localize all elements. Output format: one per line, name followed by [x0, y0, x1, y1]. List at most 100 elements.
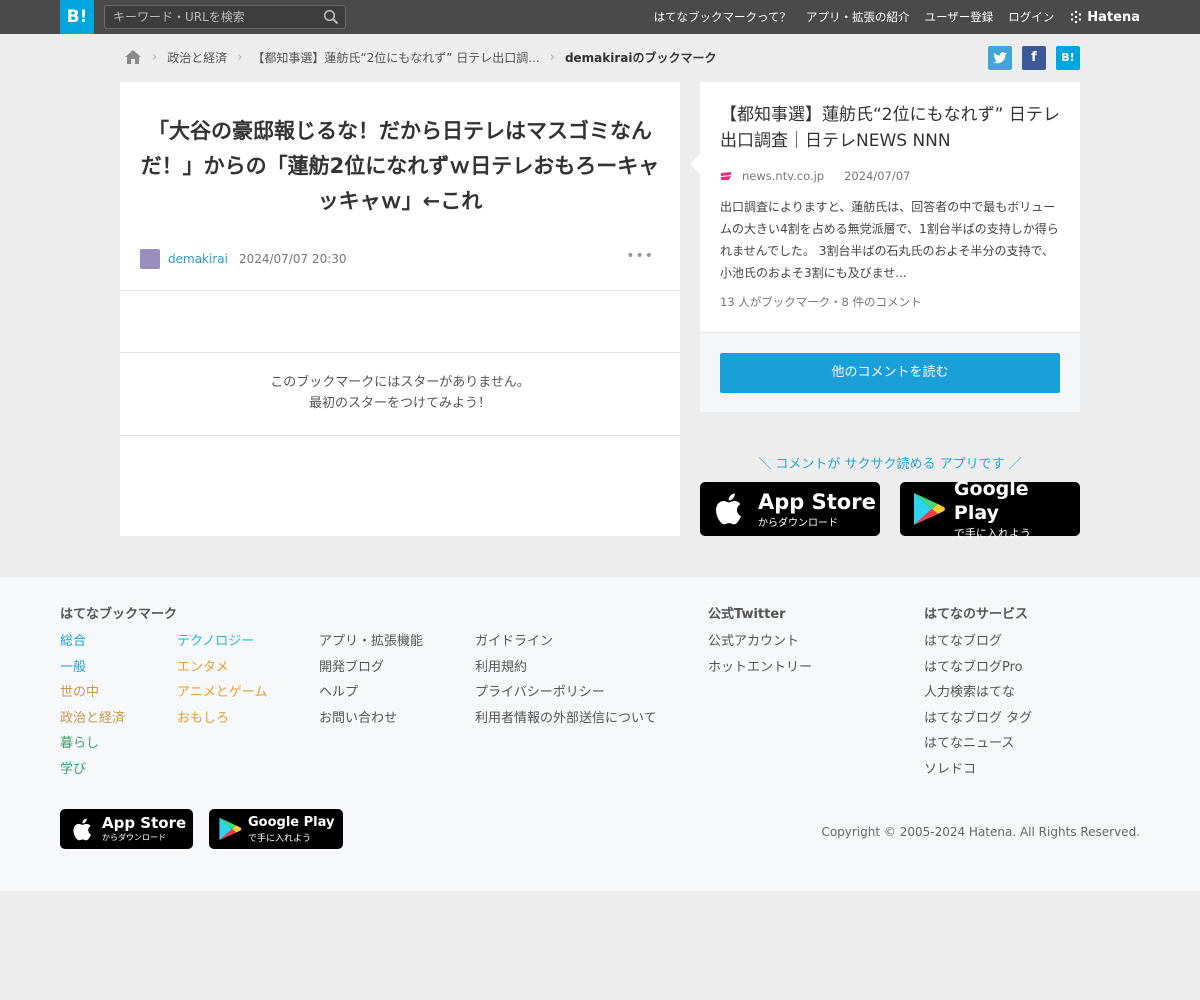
- footer-services-links: はてなブログ はてなブログPro 人力検索はてな はてなブログ タグ はてなニュ…: [924, 629, 1032, 783]
- footer-link[interactable]: お問い合わせ: [319, 706, 423, 732]
- user-name-link[interactable]: demakirai: [168, 252, 228, 266]
- no-star-message: このブックマークにはスターがありません。 最初のスターをつけてみよう！: [120, 372, 680, 414]
- footer-category-link[interactable]: 一般: [60, 655, 125, 681]
- breadcrumb-current: demakiraiのブックマーク: [564, 50, 717, 65]
- entry-meta: news.ntv.co.jp 2024/07/07: [720, 168, 910, 184]
- nav-register[interactable]: ユーザー登録: [925, 9, 994, 25]
- footer-services-heading: はてなのサービス: [924, 607, 1029, 622]
- footer-link[interactable]: 利用者情報の外部送信について: [475, 706, 657, 732]
- nav-apps[interactable]: アプリ・拡張の紹介: [806, 9, 910, 25]
- search-icon[interactable]: [323, 9, 339, 25]
- twitter-bird-icon: [993, 52, 1007, 64]
- divider: [120, 435, 680, 436]
- footer-category-link[interactable]: 総合: [60, 629, 125, 655]
- breadcrumb-entry[interactable]: 【都知事選】蓮舫氏“2位にもなれず” 日テレ出口調...: [252, 49, 539, 66]
- footer-category-link[interactable]: 政治と経済: [60, 706, 125, 732]
- google-play-sublabel: で手に入れよう: [953, 527, 1031, 540]
- copyright: Copyright © 2005-2024 Hatena. All Rights…: [821, 825, 1140, 839]
- footer-link[interactable]: 開発ブログ: [319, 655, 423, 681]
- google-play-icon: [219, 817, 242, 841]
- footer-link[interactable]: プライバシーポリシー: [475, 680, 657, 706]
- footer-category-link[interactable]: 暮らし: [60, 731, 125, 757]
- hatena-share-button[interactable]: B!: [1056, 46, 1080, 70]
- footer-category-link[interactable]: テクノロジー: [177, 629, 267, 655]
- entry-summary: 出口調査によりますと、蓮舫氏は、回答者の中で最もボリュームの大きい4割を占める無…: [720, 200, 1059, 280]
- footer-link[interactable]: はてなニュース: [924, 731, 1032, 757]
- home-icon[interactable]: [124, 49, 142, 65]
- bookmark-user-line: demakirai 2024/07/07 20:30 •••: [140, 248, 660, 270]
- breadcrumb: › 政治と経済 › 【都知事選】蓮舫氏“2位にもなれず” 日テレ出口調... ›…: [124, 46, 717, 68]
- footer-link[interactable]: ヘルプ: [319, 680, 423, 706]
- chevron-right-icon: ›: [549, 49, 555, 65]
- footer-link[interactable]: ガイドライン: [475, 629, 657, 655]
- nav-about[interactable]: はてなブックマークって？: [654, 9, 791, 25]
- footer-google-play-badge[interactable]: Google Play で手に入れよう: [209, 809, 343, 849]
- footer-category-link[interactable]: エンタメ: [177, 655, 267, 681]
- google-play-label: Google Play: [248, 815, 335, 830]
- entry-title[interactable]: 【都知事選】蓮舫氏“2位にもなれず” 日テレ出口調査｜日テレNEWS NNN: [720, 102, 1065, 154]
- footer-link[interactable]: はてなブログ: [924, 629, 1032, 655]
- chevron-right-icon: ›: [237, 49, 243, 65]
- search-box: [104, 5, 346, 29]
- footer: はてなブックマーク 総合 一般 世の中 政治と経済 暮らし 学び テクノロジー …: [0, 577, 1200, 891]
- footer-link[interactable]: はてなブログPro: [924, 655, 1032, 681]
- apple-logo-icon: [73, 817, 91, 840]
- google-play-label: Google Play: [953, 478, 1029, 524]
- hatena-label: Hatena: [1087, 9, 1140, 25]
- footer-category-link[interactable]: 世の中: [60, 680, 125, 706]
- footer-bookmark-heading: はてなブックマーク: [60, 607, 178, 622]
- app-store-label: App Store: [758, 489, 876, 514]
- hatena-dots-icon: [1071, 10, 1082, 24]
- nav-login[interactable]: ログイン: [1008, 9, 1054, 25]
- footer-link[interactable]: 公式アカウント: [708, 629, 812, 655]
- footer-app-store-badge[interactable]: App Store からダウンロード: [60, 809, 193, 849]
- bookmark-comment: 「大谷の豪邸報じるな！だから日テレはマスゴミなんだ！」からの「蓮舫2位になれずｗ…: [140, 119, 660, 213]
- more-options-icon[interactable]: •••: [626, 248, 654, 264]
- breadcrumb-category[interactable]: 政治と経済: [167, 49, 227, 66]
- chevron-right-icon: ›: [152, 49, 158, 65]
- footer-links-col3: アプリ・拡張機能 開発ブログ ヘルプ お問い合わせ: [319, 629, 423, 731]
- footer-category-link[interactable]: おもしろ: [177, 706, 267, 732]
- app-store-label: App Store: [102, 814, 187, 832]
- footer-link[interactable]: アプリ・拡張機能: [319, 629, 423, 655]
- apple-logo-icon: [716, 493, 741, 525]
- footer-link[interactable]: はてなブログ タグ: [924, 706, 1032, 732]
- app-store-badge[interactable]: App Store からダウンロード: [700, 482, 880, 536]
- share-buttons: f B!: [988, 46, 1080, 70]
- bookmark-date: 2024/07/07 20:30: [238, 252, 347, 266]
- footer-link[interactable]: ホットエントリー: [708, 655, 812, 681]
- footer-link[interactable]: 人力検索はてな: [924, 680, 1032, 706]
- divider: [120, 352, 680, 353]
- footer-category-link[interactable]: 学び: [60, 757, 125, 783]
- footer-links-col4: ガイドライン 利用規約 プライバシーポリシー 利用者情報の外部送信について: [475, 629, 657, 731]
- avatar[interactable]: [140, 249, 160, 269]
- no-star-line-2: 最初のスターをつけてみよう！: [308, 396, 491, 411]
- entry-date: 2024/07/07: [844, 169, 911, 183]
- entry-source[interactable]: news.ntv.co.jp: [742, 169, 824, 183]
- footer-twitter-links: 公式アカウント ホットエントリー: [708, 629, 812, 680]
- entry-card: 【都知事選】蓮舫氏“2位にもなれず” 日テレ出口調査｜日テレNEWS NNN n…: [690, 82, 1080, 332]
- header-nav: はてなブックマークって？ アプリ・拡張の紹介 ユーザー登録 ログイン Haten…: [654, 0, 1140, 34]
- app-promo-text: ＼ コメントが サクサク読める アプリです ／: [758, 457, 1022, 472]
- hatena-bookmark-logo[interactable]: B!: [60, 0, 94, 34]
- read-comments-box: 他のコメントを読む: [700, 332, 1080, 412]
- hatena-link[interactable]: Hatena: [1069, 10, 1140, 25]
- search-input[interactable]: [105, 6, 315, 28]
- ntv-favicon-icon: [721, 172, 731, 180]
- twitter-share-button[interactable]: [988, 46, 1012, 70]
- read-other-comments-button[interactable]: 他のコメントを読む: [720, 353, 1060, 393]
- footer-categories-col1: 総合 一般 世の中 政治と経済 暮らし 学び: [60, 629, 125, 783]
- footer-link[interactable]: 利用規約: [475, 655, 657, 681]
- footer-category-link[interactable]: アニメとゲーム: [177, 680, 267, 706]
- google-play-badge[interactable]: Google Play で手に入れよう: [900, 478, 1080, 540]
- app-store-sublabel: からダウンロード: [758, 517, 838, 529]
- footer-categories-col2: テクノロジー エンタメ アニメとゲーム おもしろ: [177, 629, 267, 731]
- google-play-sublabel: で手に入れよう: [248, 834, 312, 844]
- top-bar: B! はてなブックマークって？ アプリ・拡張の紹介 ユーザー登録 ログイン Ha…: [0, 0, 1200, 34]
- google-play-icon: [913, 493, 945, 525]
- entry-counts[interactable]: 13 人がブックマーク・8 件のコメント: [720, 294, 922, 310]
- bookmark-card: 「大谷の豪邸報じるな！だから日テレはマスゴミなんだ！」からの「蓮舫2位になれずｗ…: [120, 82, 680, 536]
- facebook-share-button[interactable]: f: [1022, 46, 1046, 70]
- footer-link[interactable]: ソレドコ: [924, 757, 1032, 783]
- footer-twitter-heading: 公式Twitter: [708, 607, 786, 622]
